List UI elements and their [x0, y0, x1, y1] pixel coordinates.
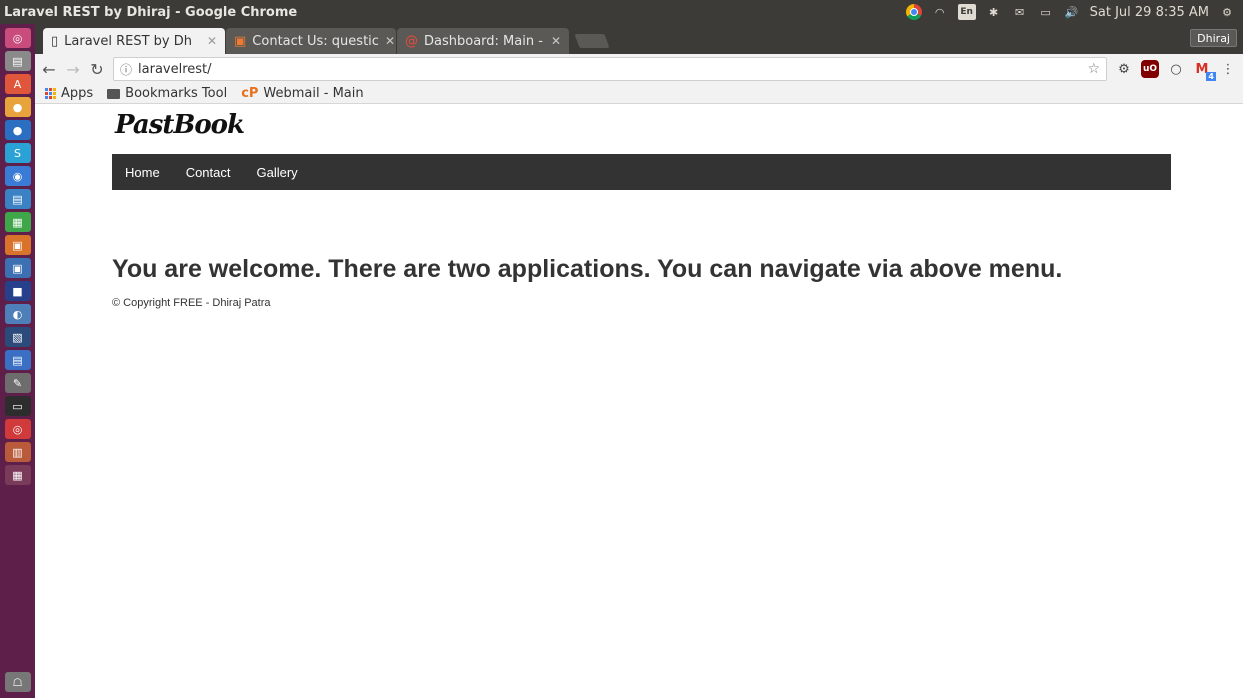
nav-home[interactable]: Home [125, 165, 160, 180]
screenshot-launcher-icon[interactable]: ▣ [4, 258, 31, 278]
document-launcher-icon[interactable]: ▤ [4, 350, 31, 370]
impress-launcher-icon[interactable]: ▣ [4, 235, 31, 255]
gmail-checker-icon[interactable]: M4 [1193, 60, 1216, 81]
bookmark-label: Apps [61, 86, 94, 101]
bookmark-label: Webmail - Main [263, 86, 364, 101]
site-logo[interactable]: PastBook [115, 110, 245, 140]
address-bar[interactable]: ⓘ laravelrest/ ☆ [113, 57, 1107, 81]
keyboard-layout-indicator[interactable]: En [957, 4, 976, 20]
archive-launcher-icon[interactable]: ▥ [4, 442, 31, 462]
copyright-footer: © Copyright FREE - Dhiraj Patra [112, 297, 271, 309]
software-center-launcher-icon[interactable]: A [4, 74, 31, 94]
battery-icon[interactable]: ▭ [1038, 4, 1054, 20]
trash-launcher-icon[interactable]: ☖ [4, 672, 31, 692]
tab-title: Contact Us: questic [252, 33, 379, 49]
messenger-launcher-icon[interactable]: ◉ [4, 166, 31, 186]
tab-contact-us[interactable]: ▣ Contact Us: questic ✕ [226, 28, 396, 54]
tab-dashboard[interactable]: @ Dashboard: Main - ✕ [397, 28, 569, 54]
chrome-tray-icon[interactable] [905, 4, 922, 20]
browser-toolbar: ← → ↻ ⓘ laravelrest/ ☆ ⚙ uO ○ M4 ⋮ [35, 54, 1243, 84]
text-editor-launcher-icon[interactable]: ✎ [4, 373, 31, 393]
nav-contact[interactable]: Contact [186, 165, 231, 180]
mail-icon[interactable]: ✉ [1012, 4, 1028, 20]
volume-icon[interactable]: 🔊 [1064, 4, 1080, 20]
ublock-icon[interactable]: uO [1141, 60, 1159, 78]
nav-gallery[interactable]: Gallery [257, 165, 298, 180]
info-icon[interactable]: ⓘ [120, 61, 132, 78]
bookmark-bookmarks-tool[interactable]: Bookmarks Tool [107, 86, 227, 101]
firefox-launcher-icon[interactable]: ● [4, 120, 31, 140]
clock[interactable]: Sat Jul 29 8:35 AM [1090, 5, 1209, 20]
tab-title: Dashboard: Main - [424, 33, 543, 49]
system-settings-launcher-icon[interactable]: ◐ [4, 304, 31, 324]
bookmark-webmail[interactable]: cP Webmail - Main [241, 86, 363, 101]
close-tab-icon[interactable]: ✕ [385, 34, 395, 48]
extension-gear-icon[interactable]: ⚙ [1115, 60, 1133, 78]
chrome-launcher-icon[interactable]: ● [4, 97, 31, 117]
writer-launcher-icon[interactable]: ▤ [4, 189, 31, 209]
unity-launcher: ◎ ▤ A ● ● S ◉ ▤ ▦ ▣ ▣ ■ ◐ ▧ ▤ ✎ ▭ ◎ ▥ ▦ … [0, 24, 35, 698]
bookmark-label: Bookmarks Tool [125, 86, 228, 101]
menu-icon[interactable]: ⋮ [1219, 60, 1237, 78]
os-top-bar: Laravel REST by Dhiraj - Google Chrome ◠… [0, 0, 1243, 24]
cpanel-icon: cP [241, 86, 259, 101]
bookmarks-bar: Apps Bookmarks Tool cP Webmail - Main [35, 84, 1243, 104]
files-launcher-icon[interactable]: ▤ [4, 51, 31, 71]
welcome-message: You are welcome. There are two applicati… [112, 255, 1063, 283]
settings-gear-icon[interactable]: ⚙ [1219, 4, 1235, 20]
code-editor-launcher-icon[interactable]: ▧ [4, 327, 31, 347]
profile-button[interactable]: Dhiraj [1190, 29, 1237, 47]
folder-icon [107, 88, 121, 99]
dash-launcher-icon[interactable]: ◎ [4, 28, 31, 48]
gmail-count-badge: 4 [1206, 72, 1216, 81]
main-navbar: Home Contact Gallery [112, 154, 1171, 190]
window-title: Laravel REST by Dhiraj - Google Chrome [4, 4, 298, 20]
new-tab-button[interactable] [574, 34, 610, 48]
bluetooth-icon[interactable]: ✱ [986, 4, 1002, 20]
wifi-icon[interactable]: ◠ [932, 4, 948, 20]
close-tab-icon[interactable]: ✕ [207, 34, 217, 48]
forward-icon[interactable]: → [65, 60, 81, 79]
tab-strip: ▯ Laravel REST by Dh ✕ ▣ Contact Us: que… [35, 24, 1243, 54]
page-icon: ▯ [51, 33, 59, 49]
url-text[interactable]: laravelrest/ [138, 62, 212, 77]
postman-launcher-icon[interactable]: ◎ [4, 419, 31, 439]
speech-bubble-icon[interactable]: ○ [1167, 60, 1185, 78]
site-favicon-icon: ▣ [234, 33, 247, 49]
system-tray: ◠ En ✱ ✉ ▭ 🔊 Sat Jul 29 8:35 AM ⚙ [905, 4, 1243, 20]
bookmark-apps[interactable]: Apps [45, 86, 93, 101]
terminal-launcher-icon[interactable]: ▭ [4, 396, 31, 416]
webmail-favicon-icon: @ [405, 33, 418, 49]
back-icon[interactable]: ← [41, 60, 57, 79]
bookmark-star-icon[interactable]: ☆ [1087, 61, 1100, 77]
page-content: PastBook Home Contact Gallery You are we… [35, 104, 1243, 698]
photoshop-launcher-icon[interactable]: ■ [4, 281, 31, 301]
skype-launcher-icon[interactable]: S [4, 143, 31, 163]
calc-launcher-icon[interactable]: ▦ [4, 212, 31, 232]
workspace-launcher-icon[interactable]: ▦ [4, 465, 31, 485]
browser-chrome: ▯ Laravel REST by Dh ✕ ▣ Contact Us: que… [35, 24, 1243, 104]
tab-title: Laravel REST by Dh [64, 33, 193, 49]
close-tab-icon[interactable]: ✕ [551, 34, 561, 48]
reload-icon[interactable]: ↻ [89, 60, 105, 79]
apps-grid-icon [45, 88, 56, 99]
tab-laravel-rest[interactable]: ▯ Laravel REST by Dh ✕ [43, 28, 225, 54]
